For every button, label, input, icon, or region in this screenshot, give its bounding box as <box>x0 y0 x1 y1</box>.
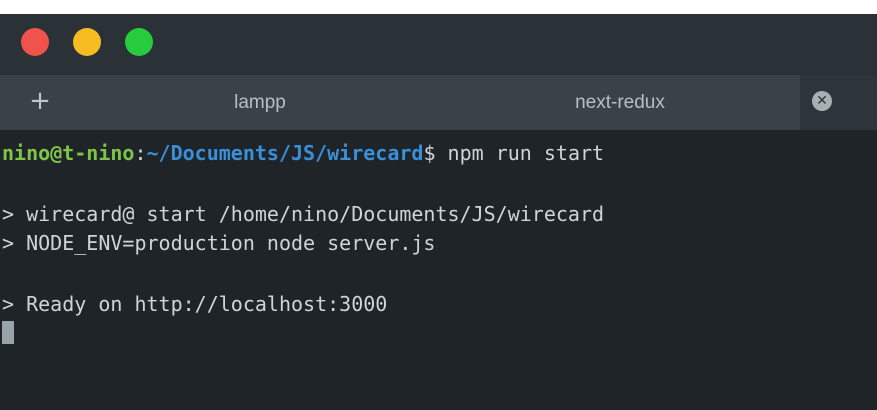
maximize-window-button[interactable] <box>125 28 153 56</box>
new-tab-button[interactable]: + <box>0 75 80 130</box>
terminal-window: + lampp next-redux ✕ nino@t-nino:~/Docum… <box>0 14 877 410</box>
title-bar <box>0 14 877 74</box>
close-window-button[interactable] <box>21 28 49 56</box>
prompt-user-host: nino@t-nino <box>2 141 135 165</box>
tab-next-redux[interactable]: next-redux <box>440 75 800 130</box>
output-line: > Ready on http://localhost:3000 <box>2 292 388 316</box>
output-line: > wirecard@ start /home/nino/Documents/J… <box>2 202 605 226</box>
terminal-cursor <box>2 321 14 344</box>
tab-lampp[interactable]: lampp <box>80 75 440 130</box>
output-line: > NODE_ENV=production node server.js <box>2 231 436 255</box>
close-tab-button[interactable]: ✕ <box>800 75 877 130</box>
terminal-output[interactable]: nino@t-nino:~/Documents/JS/wirecard$ npm… <box>0 130 877 410</box>
prompt-dollar: $ <box>423 141 436 165</box>
prompt-line: nino@t-nino:~/Documents/JS/wirecard$ npm… <box>2 139 604 167</box>
tab-bar: + lampp next-redux ✕ <box>0 74 877 130</box>
minimize-window-button[interactable] <box>73 28 101 56</box>
close-icon: ✕ <box>812 91 832 111</box>
prompt-command: npm run start <box>435 141 605 165</box>
prompt-path: ~/Documents/JS/wirecard <box>146 141 424 165</box>
prompt-separator: : <box>134 141 147 165</box>
